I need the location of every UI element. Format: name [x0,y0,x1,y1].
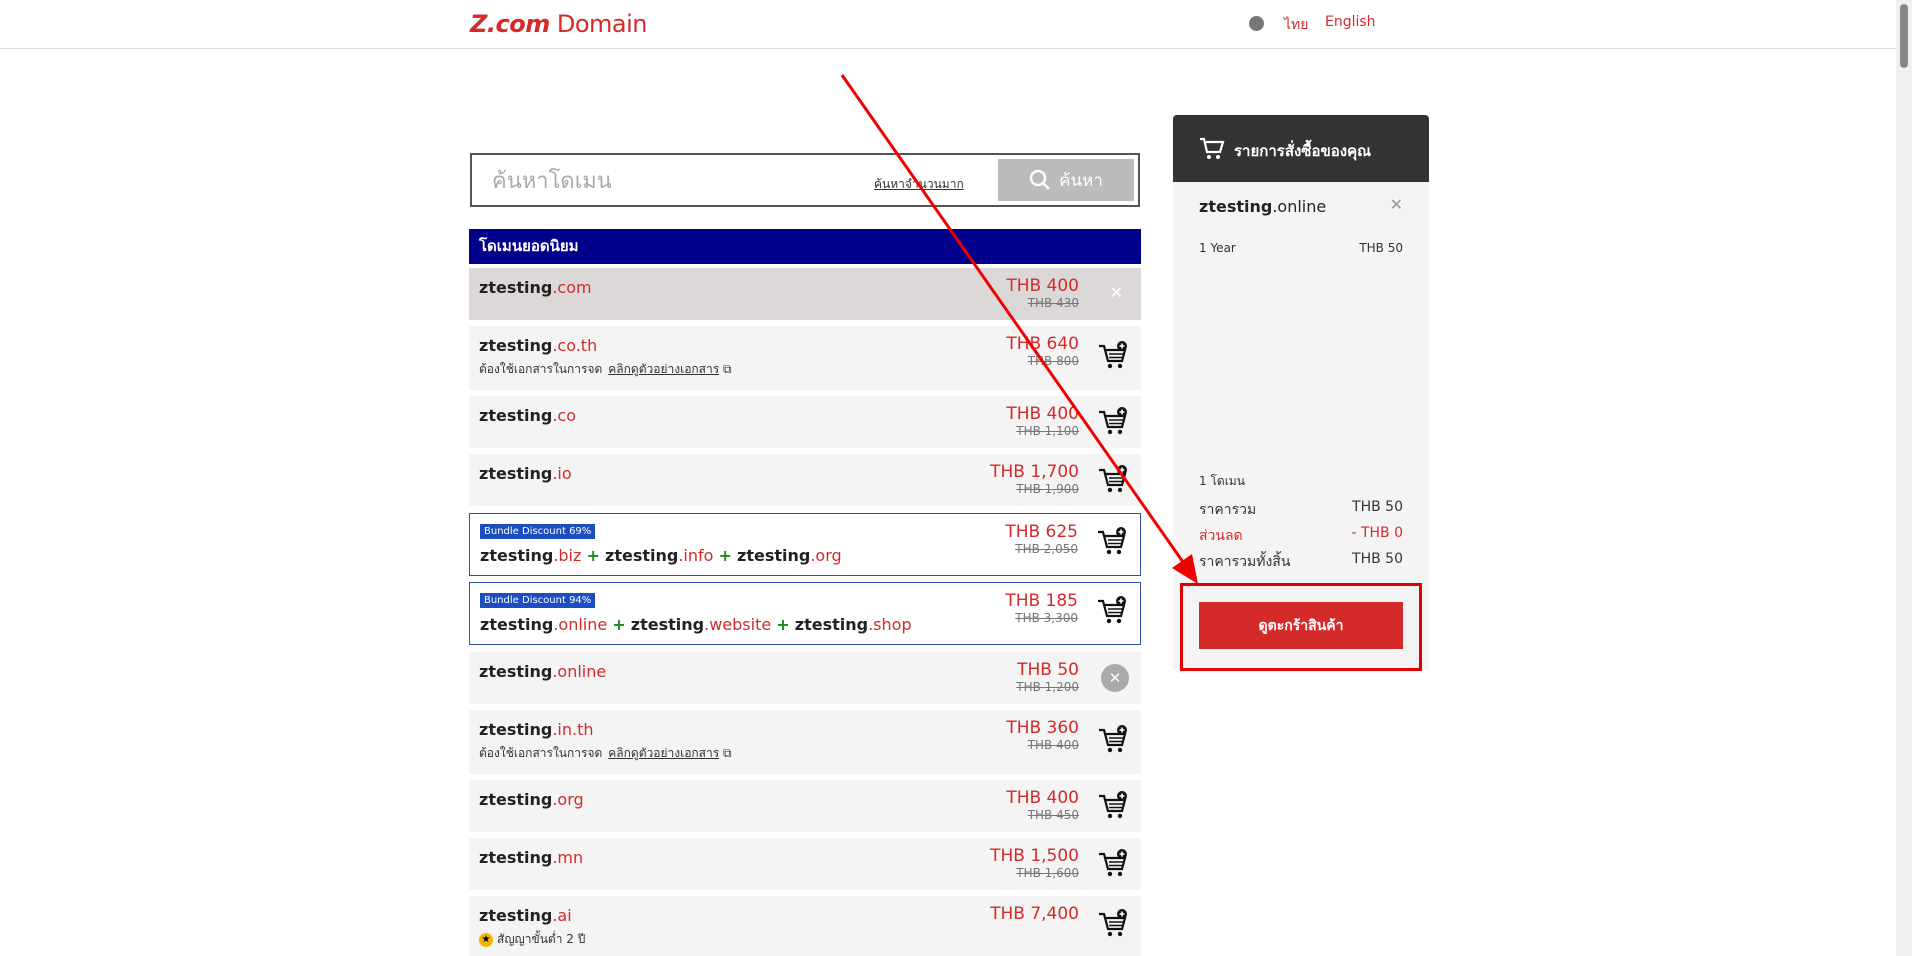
domain-old-price: THB 1,900 [1016,482,1079,496]
add-to-cart-icon[interactable] [1097,464,1129,496]
domain-price: THB 50 [1017,660,1079,680]
domain-old-price: THB 450 [1027,808,1079,822]
domain-name: ztesting.mn [479,848,584,867]
domain-row-org: ztesting.org THB 400 THB 450 [469,780,1141,832]
minimum-contract-note: ★ สัญญาขั้นต่ำ 2 ปี [479,930,585,949]
bulk-search-link[interactable]: ค้นหาจำนวนมาก [874,175,964,194]
page-scrollbar[interactable] [1896,0,1912,956]
order-summary-header: รายการสั่งซื้อของคุณ [1173,115,1429,182]
bundle-old-price: THB 2,050 [1015,542,1078,556]
domain-price: THB 400 [1006,276,1079,296]
add-to-cart-icon[interactable] [1097,848,1129,880]
order-summary-title: รายการสั่งซื้อของคุณ [1234,142,1372,160]
cart-item-period: 1 Year [1199,241,1236,255]
cart-item-name: ztesting.online [1199,197,1327,216]
domain-price: THB 360 [1006,718,1079,738]
domain-name: ztesting.co.th [479,336,598,355]
domain-name: ztesting.in.th [479,720,594,739]
domain-row-com: ztesting.com THB 400 THB 430 ✕ [469,268,1141,320]
external-link-icon: ⧉ [719,362,732,376]
domain-old-price: THB 400 [1027,738,1079,752]
discount-label: ส่วนลด [1199,528,1243,544]
cart-domain-count: 1 โดเมน [1199,474,1245,488]
site-header: Z.com Domain ไทย English [0,0,1896,49]
sample-document-link[interactable]: คลิกดูตัวอย่างเอกสาร [608,746,719,760]
remove-from-cart-icon[interactable]: ✕ [1101,664,1129,692]
bundle-discount-badge: Bundle Discount 69% [480,524,596,539]
add-to-cart-icon[interactable] [1097,724,1129,756]
search-button-label: ค้นหา [1059,170,1103,190]
bundle-old-price: THB 3,300 [1015,611,1078,625]
grand-total-value: THB 50 [1352,551,1403,567]
domain-price: THB 7,400 [990,904,1079,924]
domain-name: ztesting.com [479,278,592,297]
subtotal-value: THB 50 [1352,499,1403,515]
domain-price: THB 400 [1006,404,1079,424]
domain-old-price: THB 1,100 [1016,424,1079,438]
view-cart-button[interactable]: ดูตะกร้าสินค้า [1199,602,1403,649]
bundle-row-online-website-shop: Bundle Discount 94% ztesting.online + zt… [469,582,1141,645]
add-to-cart-icon[interactable] [1097,790,1129,822]
bundle-domain-names: ztesting.biz + ztesting.info + ztesting.… [480,546,842,565]
bundle-price: THB 625 [1005,522,1078,542]
subtotal-label: ราคารวม [1199,502,1257,518]
search-icon [1029,169,1051,190]
cart-item-price: THB 50 [1359,241,1403,255]
domain-name: ztesting.ai [479,906,572,925]
language-thai-link[interactable]: ไทย [1284,14,1308,36]
add-to-cart-icon[interactable] [1097,908,1129,940]
domain-row-online: ztesting.online THB 50 THB 1,200 ✕ [469,652,1141,704]
add-to-cart-icon[interactable] [1096,595,1128,627]
bundle-price: THB 185 [1005,591,1078,611]
domain-old-price: THB 1,600 [1016,866,1079,880]
add-to-cart-icon[interactable] [1097,340,1129,372]
add-to-cart-icon[interactable] [1096,526,1128,558]
domain-row-mn: ztesting.mn THB 1,500 THB 1,600 [469,838,1141,890]
zcom-domain-logo[interactable]: Z.com Domain [470,10,648,38]
domain-price: THB 640 [1006,334,1079,354]
cart-item-remove-icon[interactable]: ✕ [1390,195,1403,214]
grand-total-label: ราคารวมทั้งสิ้น [1199,554,1291,570]
domain-name: ztesting.org [479,790,584,809]
domain-name: ztesting.io [479,464,572,483]
domain-old-price: THB 430 [1027,296,1079,310]
document-note: ต้องใช้เอกสารในการจด คลิกดูตัวอย่างเอกสาร… [479,362,732,376]
scrollbar-thumb[interactable] [1900,4,1908,68]
discount-value: - THB 0 [1351,525,1403,541]
domain-price: THB 1,700 [990,462,1079,482]
domain-row-co-th: ztesting.co.th ต้องใช้เอกสารในการจด คลิกด… [469,326,1141,390]
language-english-link[interactable]: English [1325,14,1376,30]
domain-name: ztesting.online [479,662,607,681]
add-to-cart-icon[interactable] [1097,406,1129,438]
domain-old-price: THB 800 [1027,354,1079,368]
domain-price: THB 400 [1006,788,1079,808]
domain-row-io: ztesting.io THB 1,700 THB 1,900 [469,454,1141,506]
domain-row-in-th: ztesting.in.th ต้องใช้เอกสารในการจด คลิกด… [469,710,1141,774]
sample-document-link[interactable]: คลิกดูตัวอย่างเอกสาร [608,362,719,376]
bundle-row-biz-info-org: Bundle Discount 69% ztesting.biz + ztest… [469,513,1141,576]
bundle-discount-badge: Bundle Discount 94% [480,593,596,608]
domain-row-co: ztesting.co THB 400 THB 1,100 [469,396,1141,448]
domain-old-price: THB 1,200 [1016,680,1079,694]
star-icon: ★ [479,932,493,947]
globe-icon [1249,16,1264,31]
remove-from-cart-icon[interactable]: ✕ [1110,283,1123,302]
domain-row-ai: ztesting.ai ★ สัญญาขั้นต่ำ 2 ปี THB 7,400 [469,896,1141,956]
domain-search-input[interactable] [490,163,854,199]
cart-icon [1200,137,1225,159]
bundle-domain-names: ztesting.online + ztesting.website + zte… [480,615,912,634]
external-link-icon: ⧉ [719,746,732,760]
search-button[interactable]: ค้นหา [998,159,1134,201]
document-note: ต้องใช้เอกสารในการจด คลิกดูตัวอย่างเอกสาร… [479,746,732,760]
popular-domains-heading: โดเมนยอดนิยม [469,229,1141,264]
domain-search-box: ค้นหาจำนวนมาก ค้นหา [470,153,1140,207]
domain-price: THB 1,500 [990,846,1079,866]
domain-name: ztesting.co [479,406,576,425]
